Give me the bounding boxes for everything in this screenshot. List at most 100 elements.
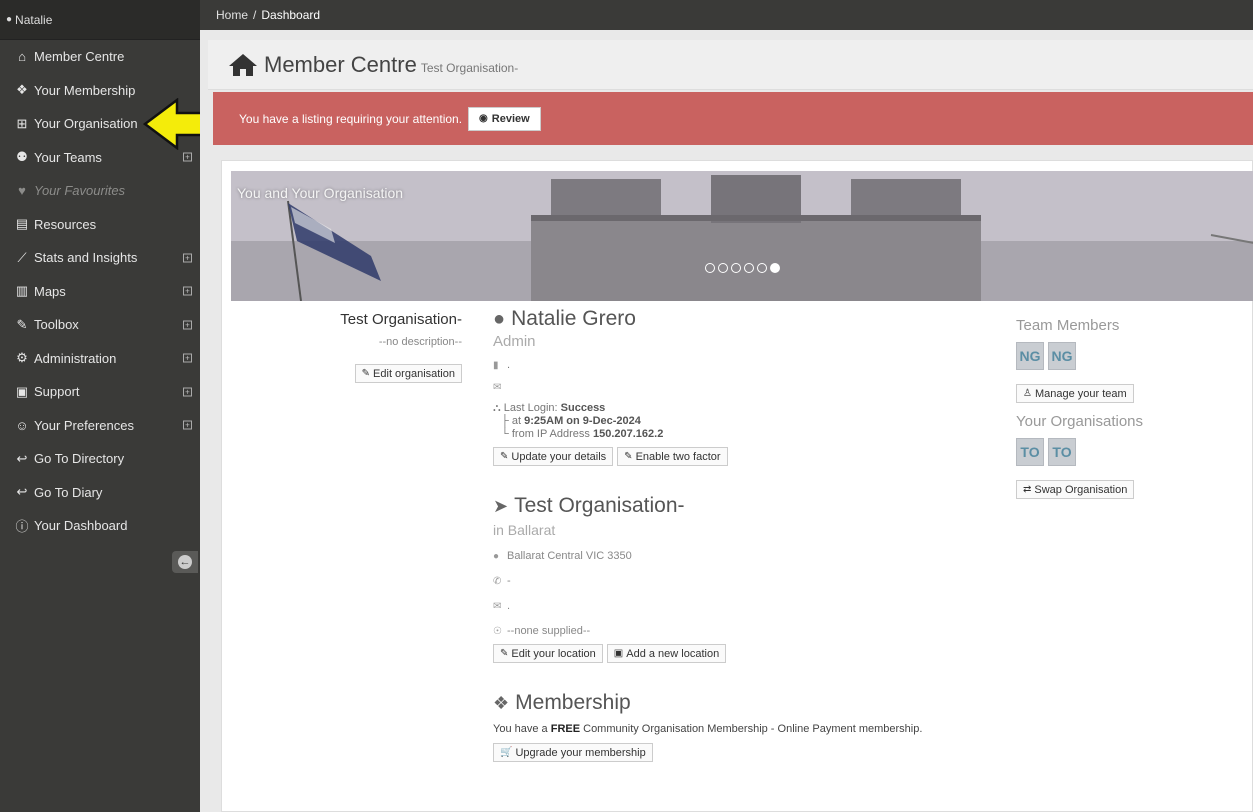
edit-location-button[interactable]: ✎ Edit your location bbox=[493, 644, 603, 663]
location-area: in Ballarat bbox=[493, 522, 556, 538]
team-member-avatar[interactable]: NG bbox=[1048, 342, 1076, 370]
arrow-left-circle-icon: ← bbox=[178, 555, 192, 569]
membership-description: You have a FREE Community Organisation M… bbox=[493, 723, 973, 735]
sidebar-item-label: Your Membership bbox=[34, 82, 136, 98]
your-organisations-heading: Your Organisations bbox=[1016, 413, 1144, 430]
sidebar-item-label: Your Preferences bbox=[34, 417, 134, 433]
main-content: Member Centre Test Organisation- You hav… bbox=[200, 30, 1253, 812]
sidebar-item-toolbox[interactable]: ✎ Toolbox + bbox=[0, 308, 200, 342]
sidebar-item-label: Stats and Insights bbox=[34, 250, 138, 266]
upgrade-membership-button[interactable]: 🛒 Upgrade your membership bbox=[493, 743, 653, 762]
expand-icon[interactable]: + bbox=[183, 320, 192, 330]
sidebar-user[interactable]: ● Natalie bbox=[0, 0, 200, 40]
cubes-icon: ❖ bbox=[493, 692, 510, 713]
login-status: Success bbox=[560, 402, 606, 414]
location-website-row: ☉ --none supplied-- bbox=[493, 624, 973, 638]
enable-two-factor-button[interactable]: ✎ Enable two factor bbox=[617, 447, 728, 466]
sidebar-item-maps[interactable]: ▥ Maps + bbox=[0, 275, 200, 309]
cogs-icon: ⚙ bbox=[16, 350, 28, 366]
person-role: Admin bbox=[493, 333, 536, 350]
location-arrow-icon: ➤ bbox=[493, 495, 509, 516]
membership-tier: FREE bbox=[550, 723, 581, 735]
reply-icon: ↩ bbox=[16, 484, 28, 500]
sidebar-item-stats-and-insights[interactable]: ⟋ Stats and Insights + bbox=[0, 241, 200, 275]
sidebar-item-your-dashboard[interactable]: ⓘ Your Dashboard bbox=[0, 509, 200, 543]
carousel-dot[interactable] bbox=[770, 263, 780, 273]
team-column: Team Members NG NG ♙ Manage your team You… bbox=[1016, 317, 1216, 499]
heart-icon: ♥ bbox=[18, 183, 26, 199]
breadcrumb-current: Dashboard bbox=[261, 8, 321, 22]
eye-icon: ◉ bbox=[479, 113, 488, 124]
dashboard-panel: You and Your Organisation Test Organisat… bbox=[221, 160, 1253, 812]
location-address: Ballarat Central VIC 3350 bbox=[507, 550, 632, 562]
expand-icon[interactable]: + bbox=[183, 152, 192, 162]
review-button[interactable]: ◉ Review bbox=[468, 106, 541, 131]
carousel-dot[interactable] bbox=[731, 263, 741, 273]
organisation-avatar[interactable]: TO bbox=[1016, 438, 1044, 466]
user-icon: ☺ bbox=[15, 417, 29, 433]
sidebar-item-label: Your Favourites bbox=[34, 183, 126, 199]
sidebar-item-label: Member Centre bbox=[34, 49, 125, 65]
manage-team-label: Manage your team bbox=[1034, 387, 1127, 400]
edit-location-label: Edit your location bbox=[511, 647, 596, 660]
expand-icon[interactable]: + bbox=[183, 420, 192, 430]
add-location-label: Add a new location bbox=[626, 647, 720, 660]
carousel-dot[interactable] bbox=[744, 263, 754, 273]
add-location-button[interactable]: ▣ Add a new location bbox=[606, 644, 727, 663]
edit-icon: ✎ bbox=[500, 648, 509, 659]
breadcrumb-home-link[interactable]: Home bbox=[216, 8, 248, 22]
expand-icon[interactable]: + bbox=[183, 253, 192, 263]
location-email[interactable]: . bbox=[507, 600, 510, 612]
grid-icon: ⊞ bbox=[16, 115, 28, 131]
users-icon: ♙ bbox=[1023, 388, 1032, 399]
organisation-avatar[interactable]: TO bbox=[1048, 438, 1076, 466]
login-at-prefix: at bbox=[511, 415, 522, 427]
membership-title: Membership bbox=[515, 691, 631, 714]
users-icon: ⚉ bbox=[16, 149, 28, 165]
book-icon: ▤ bbox=[15, 216, 29, 232]
exchange-icon: ⇄ bbox=[1023, 484, 1032, 495]
location-phone-row: ✆ - bbox=[493, 574, 973, 588]
update-details-button[interactable]: ✎ Update your details bbox=[493, 447, 614, 466]
sidebar-collapse-button[interactable]: ← bbox=[172, 551, 198, 573]
carousel-dot[interactable] bbox=[718, 263, 728, 273]
sidebar-item-your-favourites[interactable]: ♥ Your Favourites bbox=[0, 174, 200, 208]
sidebar-item-support[interactable]: ▣ Support + bbox=[0, 375, 200, 409]
location-name: Test Organisation- bbox=[514, 494, 685, 517]
sidebar-item-label: Your Organisation bbox=[34, 116, 138, 132]
sidebar-item-your-preferences[interactable]: ☺ Your Preferences + bbox=[0, 409, 200, 443]
swap-organisation-button[interactable]: ⇄ Swap Organisation bbox=[1016, 480, 1135, 499]
carousel-dot[interactable] bbox=[757, 263, 767, 273]
envelope-icon: ✉ bbox=[493, 600, 502, 612]
breadcrumb-separator: / bbox=[253, 8, 257, 22]
sidebar-item-label: Go To Diary bbox=[34, 484, 103, 500]
globe-icon: ☉ bbox=[493, 625, 502, 637]
sidebar-item-label: Go To Directory bbox=[34, 451, 125, 467]
sidebar-item-label: Maps bbox=[34, 283, 66, 299]
expand-icon[interactable]: + bbox=[183, 353, 192, 363]
banner-carousel: You and Your Organisation bbox=[231, 171, 1253, 301]
user-icon: ● bbox=[493, 307, 506, 330]
team-member-avatar[interactable]: NG bbox=[1016, 342, 1044, 370]
expand-icon[interactable]: + bbox=[183, 387, 192, 397]
sidebar-item-label: Your Dashboard bbox=[34, 518, 128, 534]
sidebar-item-member-centre[interactable]: ⌂ Member Centre bbox=[0, 40, 200, 74]
sidebar-item-administration[interactable]: ⚙ Administration + bbox=[0, 342, 200, 376]
expand-icon[interactable]: + bbox=[183, 286, 192, 296]
organisation-name: Test Organisation- bbox=[340, 311, 462, 328]
carousel-dot[interactable] bbox=[705, 263, 715, 273]
person-email-row: ✉ bbox=[493, 380, 973, 394]
person-phone: . bbox=[507, 359, 511, 371]
cubes-icon: ❖ bbox=[16, 82, 28, 98]
sidebar-item-resources[interactable]: ▤ Resources bbox=[0, 208, 200, 242]
organisation-summary: Test Organisation- --no description-- ✎ … bbox=[222, 311, 462, 383]
edit-organisation-button[interactable]: ✎ Edit organisation bbox=[354, 364, 462, 383]
carousel-indicators bbox=[705, 263, 780, 273]
sidebar-item-go-to-directory[interactable]: ↩ Go To Directory bbox=[0, 442, 200, 476]
page-subtitle: Test Organisation- bbox=[420, 60, 519, 75]
sidebar-item-go-to-diary[interactable]: ↩ Go To Diary bbox=[0, 476, 200, 510]
sidebar-item-label: Your Teams bbox=[34, 149, 102, 165]
login-ip: 150.207.162.2 bbox=[592, 428, 664, 440]
manage-team-button[interactable]: ♙ Manage your team bbox=[1016, 384, 1134, 403]
location-website: --none supplied-- bbox=[507, 625, 591, 637]
